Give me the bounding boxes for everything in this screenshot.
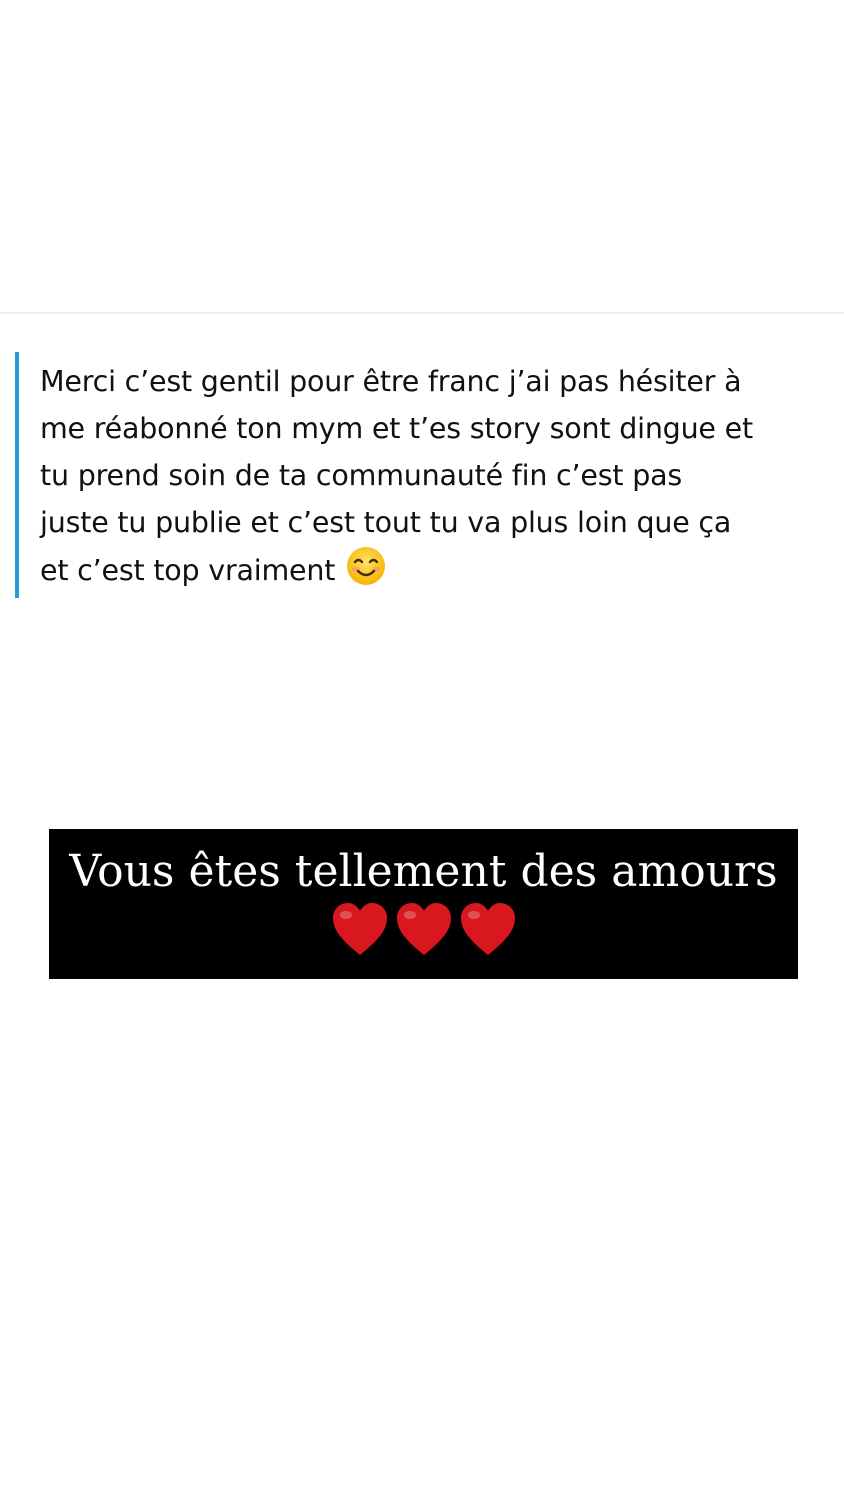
- message-line: me réabonné ton mym et t’es story sont d…: [40, 412, 753, 445]
- story-page: Merci c’est gentil pour être franc j’ai …: [0, 0, 844, 1500]
- message-line-text: et c’est top vraiment: [40, 554, 336, 587]
- heart-icon: [330, 901, 390, 963]
- caption-hearts: [49, 901, 798, 963]
- message-text: Merci c’est gentil pour être franc j’ai …: [40, 358, 840, 600]
- quote-accent-bar: [15, 352, 19, 598]
- message-line: juste tu publie et c’est tout tu va plus…: [40, 506, 732, 539]
- heart-icon: [394, 901, 454, 963]
- message-line-last: et c’est top vraiment: [40, 546, 840, 600]
- quoted-message: Merci c’est gentil pour être franc j’ai …: [15, 352, 835, 598]
- message-line: Merci c’est gentil pour être franc j’ai …: [40, 365, 742, 398]
- caption-text: Vous êtes tellement des amours: [69, 846, 778, 897]
- story-caption: Vous êtes tellement des amours: [49, 829, 798, 979]
- message-line: tu prend soin de ta communauté fin c’est…: [40, 459, 683, 492]
- smiling-face-icon: [346, 546, 386, 600]
- divider: [0, 312, 844, 314]
- heart-icon: [458, 901, 518, 963]
